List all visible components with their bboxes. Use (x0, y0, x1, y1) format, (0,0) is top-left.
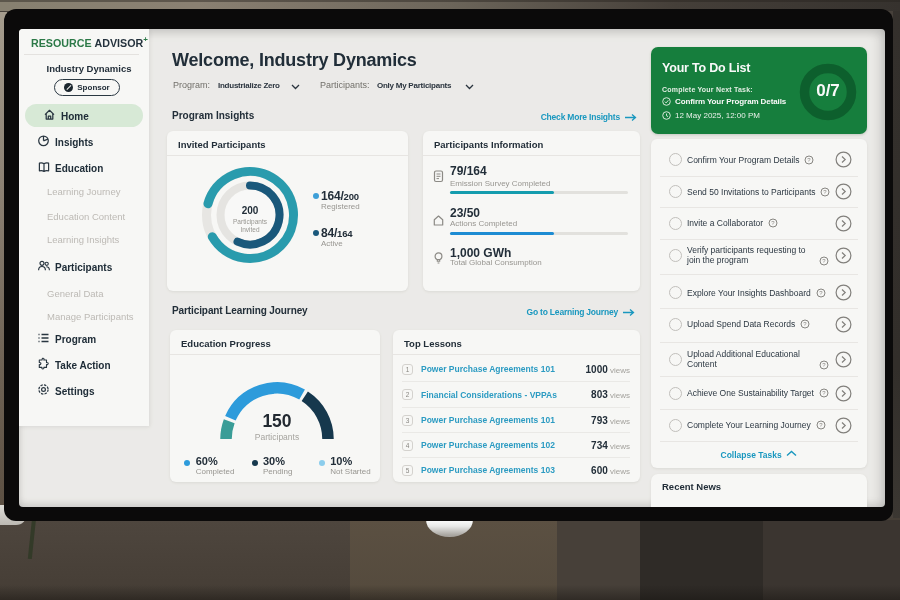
svg-text:?: ? (824, 189, 828, 195)
svg-text:?: ? (771, 220, 775, 226)
svg-text:?: ? (819, 290, 823, 296)
svg-text:?: ? (822, 390, 826, 396)
svg-text:?: ? (803, 321, 807, 327)
svg-text:?: ? (819, 422, 823, 428)
svg-text:?: ? (822, 362, 826, 368)
svg-text:?: ? (822, 258, 826, 264)
svg-text:?: ? (808, 157, 812, 163)
